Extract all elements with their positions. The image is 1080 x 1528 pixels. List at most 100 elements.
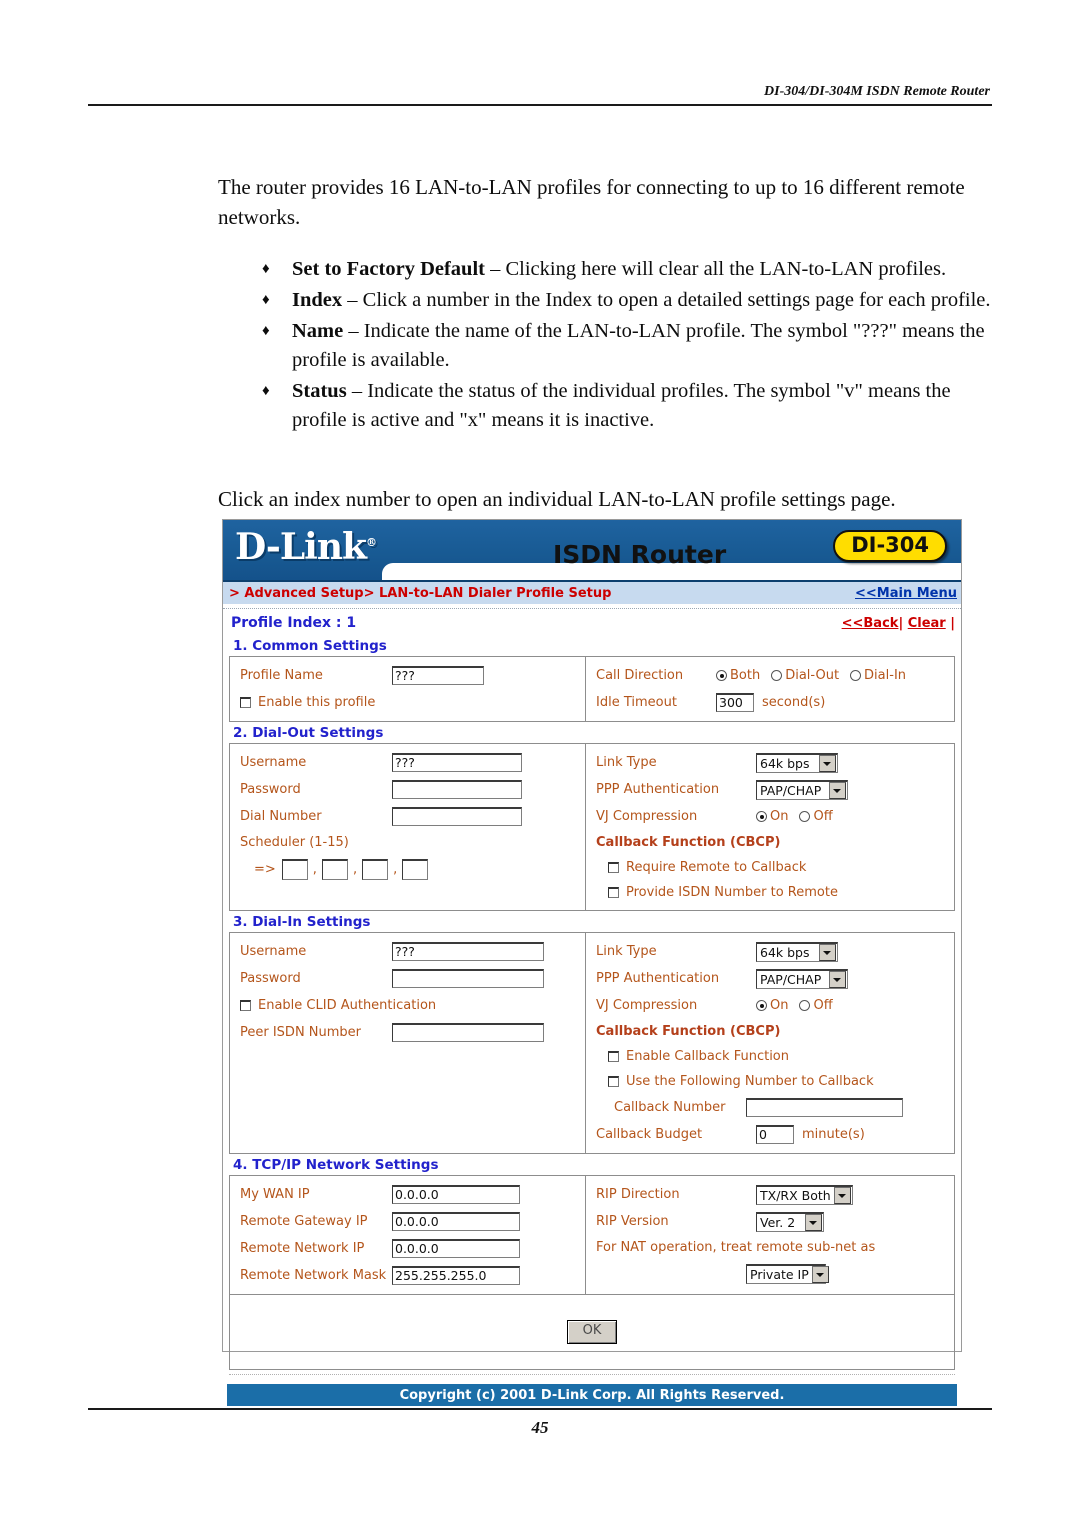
idle-timeout-input[interactable]: 300 <box>716 693 754 712</box>
dial-out-password-input[interactable] <box>392 780 522 799</box>
clear-link[interactable]: Clear <box>908 616 946 631</box>
dial-in-link-type-label: Link Type <box>596 944 657 959</box>
chevron-down-icon[interactable] <box>819 754 836 772</box>
provide-isdn-label: Provide ISDN Number to Remote <box>626 885 838 900</box>
clid-auth-row[interactable]: Enable CLID Authentication <box>230 992 585 1019</box>
idle-timeout-row: Idle Timeout 300 second(s) <box>586 689 954 716</box>
provide-isdn-row[interactable]: Provide ISDN Number to Remote <box>586 880 954 905</box>
use-following-number-checkbox[interactable] <box>608 1076 619 1087</box>
call-direction-option-dial-in[interactable]: Dial-In <box>864 668 906 683</box>
dial-out-vj-radio-off[interactable] <box>799 811 811 822</box>
bullet-term: Set to Factory Default <box>292 258 485 280</box>
dial-out-vj-option-off[interactable]: Off <box>813 809 832 824</box>
call-direction-row: Call Direction Both Dial-Out Dial-In <box>586 662 954 689</box>
list-item: ♦ Index – Click a number in the Index to… <box>262 286 992 315</box>
link-separator: | <box>898 615 908 631</box>
peer-isdn-input[interactable] <box>392 1023 544 1042</box>
section-title-dial-out: 2. Dial-Out Settings <box>233 725 384 741</box>
clid-auth-checkbox[interactable] <box>240 1000 251 1011</box>
call-direction-radio-dial-out[interactable] <box>771 670 783 681</box>
bullet-body: Status – Indicate the status of the indi… <box>292 377 992 435</box>
section-title-dial-in: 3. Dial-In Settings <box>233 914 371 930</box>
profile-name-input[interactable]: ??? <box>392 666 484 685</box>
scheduler-input-4[interactable] <box>402 858 429 880</box>
dial-out-link-type-select[interactable]: 64k bps <box>756 752 838 773</box>
remote-network-mask-row: Remote Network Mask 255.255.255.0 <box>230 1262 585 1289</box>
dial-out-vj-radio-on[interactable] <box>756 811 767 822</box>
require-remote-checkbox[interactable] <box>608 862 619 873</box>
list-item: ♦ Name – Indicate the name of the LAN-to… <box>262 317 992 375</box>
call-direction-option-dial-out[interactable]: Dial-Out <box>785 668 839 683</box>
enable-profile-row[interactable]: Enable this profile <box>230 689 585 716</box>
ok-button[interactable]: OK <box>567 1320 617 1344</box>
bullet-rest: – Clicking here will clear all the LAN-t… <box>484 258 947 280</box>
rip-version-row: RIP Version Ver. 2 <box>586 1208 954 1235</box>
dial-in-link-type-select[interactable]: 64k bps <box>756 941 838 962</box>
tcpip-right-column: RIP Direction TX/RX Both RIP Version Ver… <box>586 1176 954 1294</box>
dial-in-vj-radio-off[interactable] <box>799 1000 811 1011</box>
chevron-down-icon[interactable] <box>829 781 846 799</box>
call-direction-radio-group[interactable]: Both Dial-Out Dial-In <box>716 668 917 683</box>
dial-out-ppp-auth-value: PAP/CHAP <box>760 782 822 798</box>
bullet-body: Name – Indicate the name of the LAN-to-L… <box>292 317 992 375</box>
call-direction-radio-dial-in[interactable] <box>850 670 862 681</box>
scheduler-input-3[interactable] <box>362 858 389 880</box>
dial-out-vj-radio-group[interactable]: On Off <box>756 809 844 824</box>
scheduler-label-row: Scheduler (1-15) <box>230 830 585 855</box>
wan-ip-input[interactable]: 0.0.0.0 <box>392 1185 520 1204</box>
dial-in-ppp-auth-select[interactable]: PAP/CHAP <box>756 968 848 989</box>
registered-mark-icon: ® <box>365 536 377 549</box>
enable-callback-row[interactable]: Enable Callback Function <box>586 1044 954 1069</box>
dial-in-ppp-auth-label: PPP Authentication <box>596 971 720 986</box>
chevron-down-icon[interactable] <box>834 1186 851 1204</box>
callback-budget-label: Callback Budget <box>596 1127 703 1142</box>
dial-out-vj-option-on[interactable]: On <box>770 809 788 824</box>
dial-out-ppp-auth-select[interactable]: PAP/CHAP <box>756 779 848 800</box>
dial-in-callback-title-row: Callback Function (CBCP) <box>586 1019 954 1044</box>
call-direction-option-both[interactable]: Both <box>730 668 760 683</box>
rip-direction-select[interactable]: TX/RX Both <box>756 1184 853 1205</box>
remote-network-ip-row: Remote Network IP 0.0.0.0 <box>230 1235 585 1262</box>
dial-number-input[interactable] <box>392 807 522 826</box>
dial-in-vj-option-on[interactable]: On <box>770 998 788 1013</box>
dial-in-password-input[interactable] <box>392 969 544 988</box>
dial-in-vj-option-off[interactable]: Off <box>813 998 832 1013</box>
dial-out-password-row: Password <box>230 776 585 803</box>
remote-network-ip-label: Remote Network IP <box>240 1241 365 1256</box>
remote-network-ip-input[interactable]: 0.0.0.0 <box>392 1239 520 1258</box>
scheduler-input-1[interactable] <box>281 858 308 880</box>
enable-callback-checkbox[interactable] <box>608 1051 619 1062</box>
chevron-down-icon[interactable] <box>829 970 846 988</box>
dial-out-username-input[interactable]: ??? <box>392 753 522 772</box>
section-tcpip-settings: My WAN IP 0.0.0.0 Remote Gateway IP 0.0.… <box>229 1175 955 1295</box>
scheduler-input-2[interactable] <box>321 858 348 880</box>
remote-gateway-input[interactable]: 0.0.0.0 <box>392 1212 520 1231</box>
callback-budget-input[interactable]: 0 <box>756 1125 794 1144</box>
call-direction-radio-both[interactable] <box>716 670 727 681</box>
callback-number-input[interactable] <box>746 1098 903 1117</box>
scheduler-inputs-row: => , , , <box>230 855 585 883</box>
main-menu-link[interactable]: <<Main Menu <box>855 586 957 601</box>
require-remote-row[interactable]: Require Remote to Callback <box>586 855 954 880</box>
dial-in-vj-label: VJ Compression <box>596 998 698 1013</box>
enable-profile-label: Enable this profile <box>258 695 376 710</box>
running-head-text: DI-304/DI-304M ISDN Remote Router <box>764 84 990 99</box>
enable-profile-checkbox[interactable] <box>240 697 251 708</box>
back-link[interactable]: <<Back <box>842 616 899 631</box>
dial-in-username-input[interactable]: ??? <box>392 942 544 961</box>
remote-gateway-label: Remote Gateway IP <box>240 1214 368 1229</box>
dial-in-link-type-row: Link Type 64k bps <box>586 938 954 965</box>
dial-in-password-label: Password <box>240 971 301 986</box>
profile-name-label: Profile Name <box>240 668 323 683</box>
use-following-number-row[interactable]: Use the Following Number to Callback <box>586 1069 954 1094</box>
dial-in-vj-radio-group[interactable]: On Off <box>756 998 844 1013</box>
rip-version-select[interactable]: Ver. 2 <box>756 1211 824 1232</box>
chevron-down-icon[interactable] <box>805 1213 822 1231</box>
chevron-down-icon[interactable] <box>811 1265 829 1283</box>
chevron-down-icon[interactable] <box>819 943 836 961</box>
dial-in-vj-radio-on[interactable] <box>756 1000 767 1011</box>
provide-isdn-checkbox[interactable] <box>608 887 619 898</box>
remote-network-mask-input[interactable]: 255.255.255.0 <box>392 1266 520 1285</box>
list-item: ♦ Set to Factory Default – Clicking here… <box>262 255 992 284</box>
nat-select[interactable]: Private IP <box>746 1263 829 1284</box>
